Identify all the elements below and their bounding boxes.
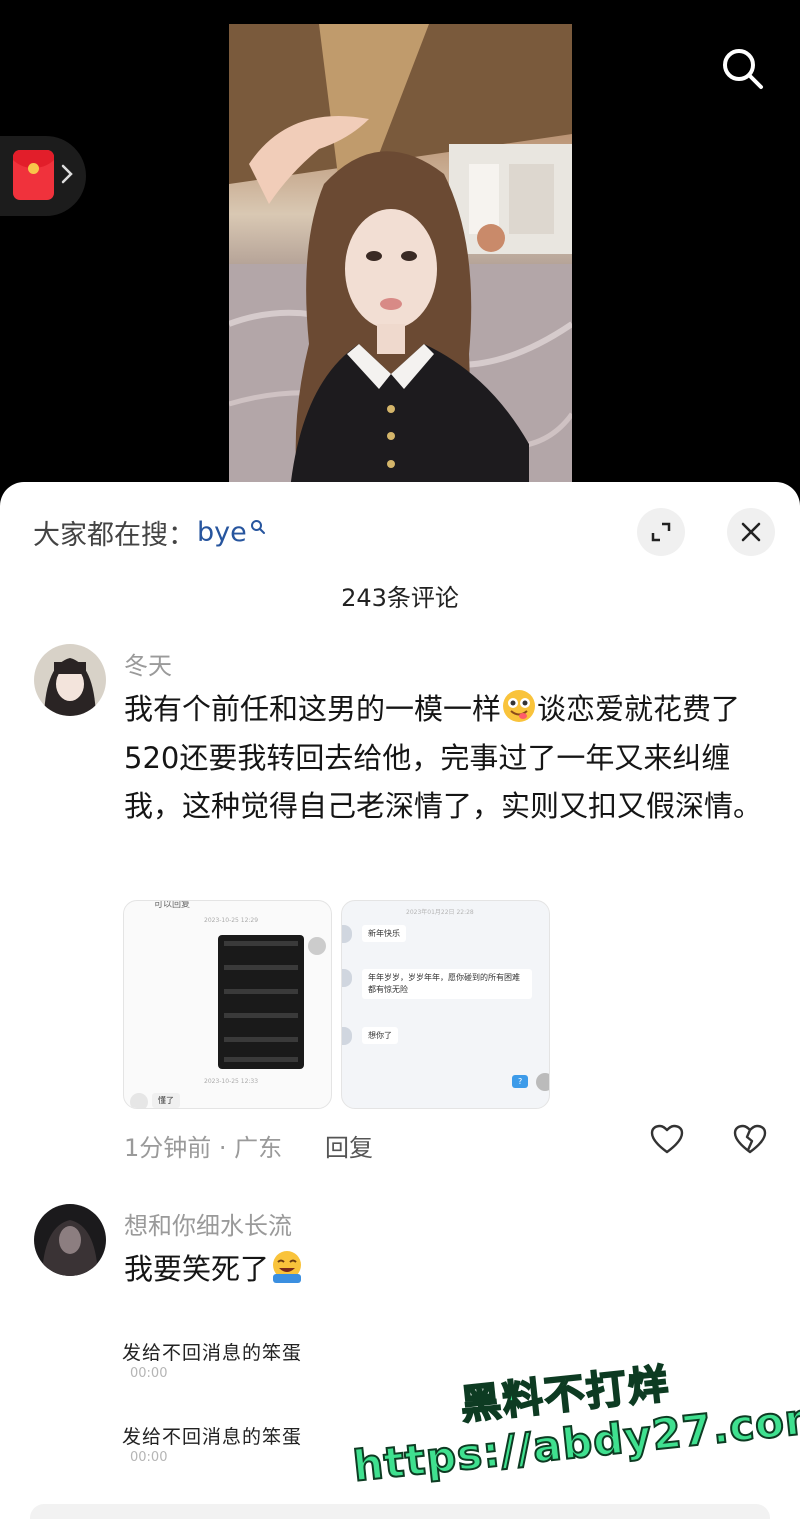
- comment-input-bar[interactable]: [30, 1504, 770, 1519]
- chat-bubble-sent: ?: [512, 1075, 529, 1088]
- attachment-text: 懂了: [152, 1093, 180, 1108]
- attachment-text: 可以回复: [154, 900, 191, 910]
- comment-text: 我要笑死了: [124, 1245, 774, 1294]
- expand-button[interactable]: [637, 508, 685, 556]
- comment-text: 我有个前任和这男的一模一样 谈恋爱就花费了520还要我转回去给他，完事过了一年又…: [124, 685, 774, 831]
- trending-search-term[interactable]: bye: [197, 517, 247, 548]
- comment-count: 243条评论: [341, 584, 459, 612]
- search-button[interactable]: [716, 42, 770, 96]
- chat-bubble: 想你了: [362, 1027, 398, 1044]
- expand-icon: [651, 522, 671, 542]
- sticker-text: 00:00: [130, 1366, 168, 1381]
- comment-image[interactable]: 2023年01月22日 22:28 新年快乐 年年岁岁，岁岁年年，愿你碰到的所有…: [341, 900, 550, 1109]
- search-icon: [723, 49, 763, 89]
- voice-messages-screenshot: [218, 935, 304, 1069]
- chat-bubble: 新年快乐: [362, 925, 406, 942]
- attachment-timestamp: 2023-10-25 12:29: [204, 917, 259, 924]
- red-packet-tab[interactable]: [0, 136, 86, 216]
- comment-username[interactable]: 想和你细水长流: [124, 1206, 292, 1241]
- comment-username[interactable]: 冬天: [124, 646, 172, 681]
- laughing-emoji: [273, 1251, 302, 1283]
- comment-meta: 1分钟前 · 广东: [124, 1134, 283, 1162]
- comments-sheet: 大家都在搜： bye 243条评论 冬天 我有个前任和这男的一模一样 谈恋爱就花…: [0, 482, 800, 1519]
- comment-text-part: 我要笑死了: [124, 1252, 270, 1286]
- like-button[interactable]: [650, 1124, 684, 1160]
- video-still: [229, 24, 572, 500]
- dislike-button[interactable]: [733, 1124, 767, 1160]
- chevron-right-icon: [61, 164, 73, 184]
- drooling-face-emoji: [503, 690, 536, 722]
- attachment-timestamp: 2023年01月22日 22:28: [406, 909, 474, 916]
- chat-bubble: 年年岁岁，岁岁年年，愿你碰到的所有困难都有惊无险: [362, 969, 532, 999]
- search-icon: [250, 520, 265, 534]
- avatar[interactable]: [34, 1204, 106, 1276]
- reply-button[interactable]: 回复: [325, 1128, 373, 1163]
- close-icon: [741, 522, 761, 542]
- sticker-text: 00:00: [130, 1450, 168, 1465]
- heart-icon: [650, 1124, 684, 1154]
- sticker-text: 发给不回消息的笨蛋: [122, 1342, 303, 1364]
- avatar[interactable]: [34, 644, 106, 716]
- sticker-text: 发给不回消息的笨蛋: [122, 1426, 303, 1448]
- broken-heart-icon: [733, 1124, 767, 1154]
- trending-search-link[interactable]: 大家都在搜： bye: [33, 512, 266, 552]
- comment-text-part: 我有个前任和这男的一模一样: [124, 692, 502, 726]
- red-packet-icon: [13, 150, 54, 200]
- video-frame[interactable]: [229, 24, 572, 500]
- close-button[interactable]: [727, 508, 775, 556]
- trending-search-label: 大家都在搜：: [33, 519, 195, 551]
- attachment-timestamp: 2023-10-25 12:33: [204, 1078, 259, 1085]
- comment-image[interactable]: 可以回复 2023-10-25 12:29 2023-10-25 12:33 懂…: [123, 900, 332, 1109]
- video-player[interactable]: [0, 0, 800, 500]
